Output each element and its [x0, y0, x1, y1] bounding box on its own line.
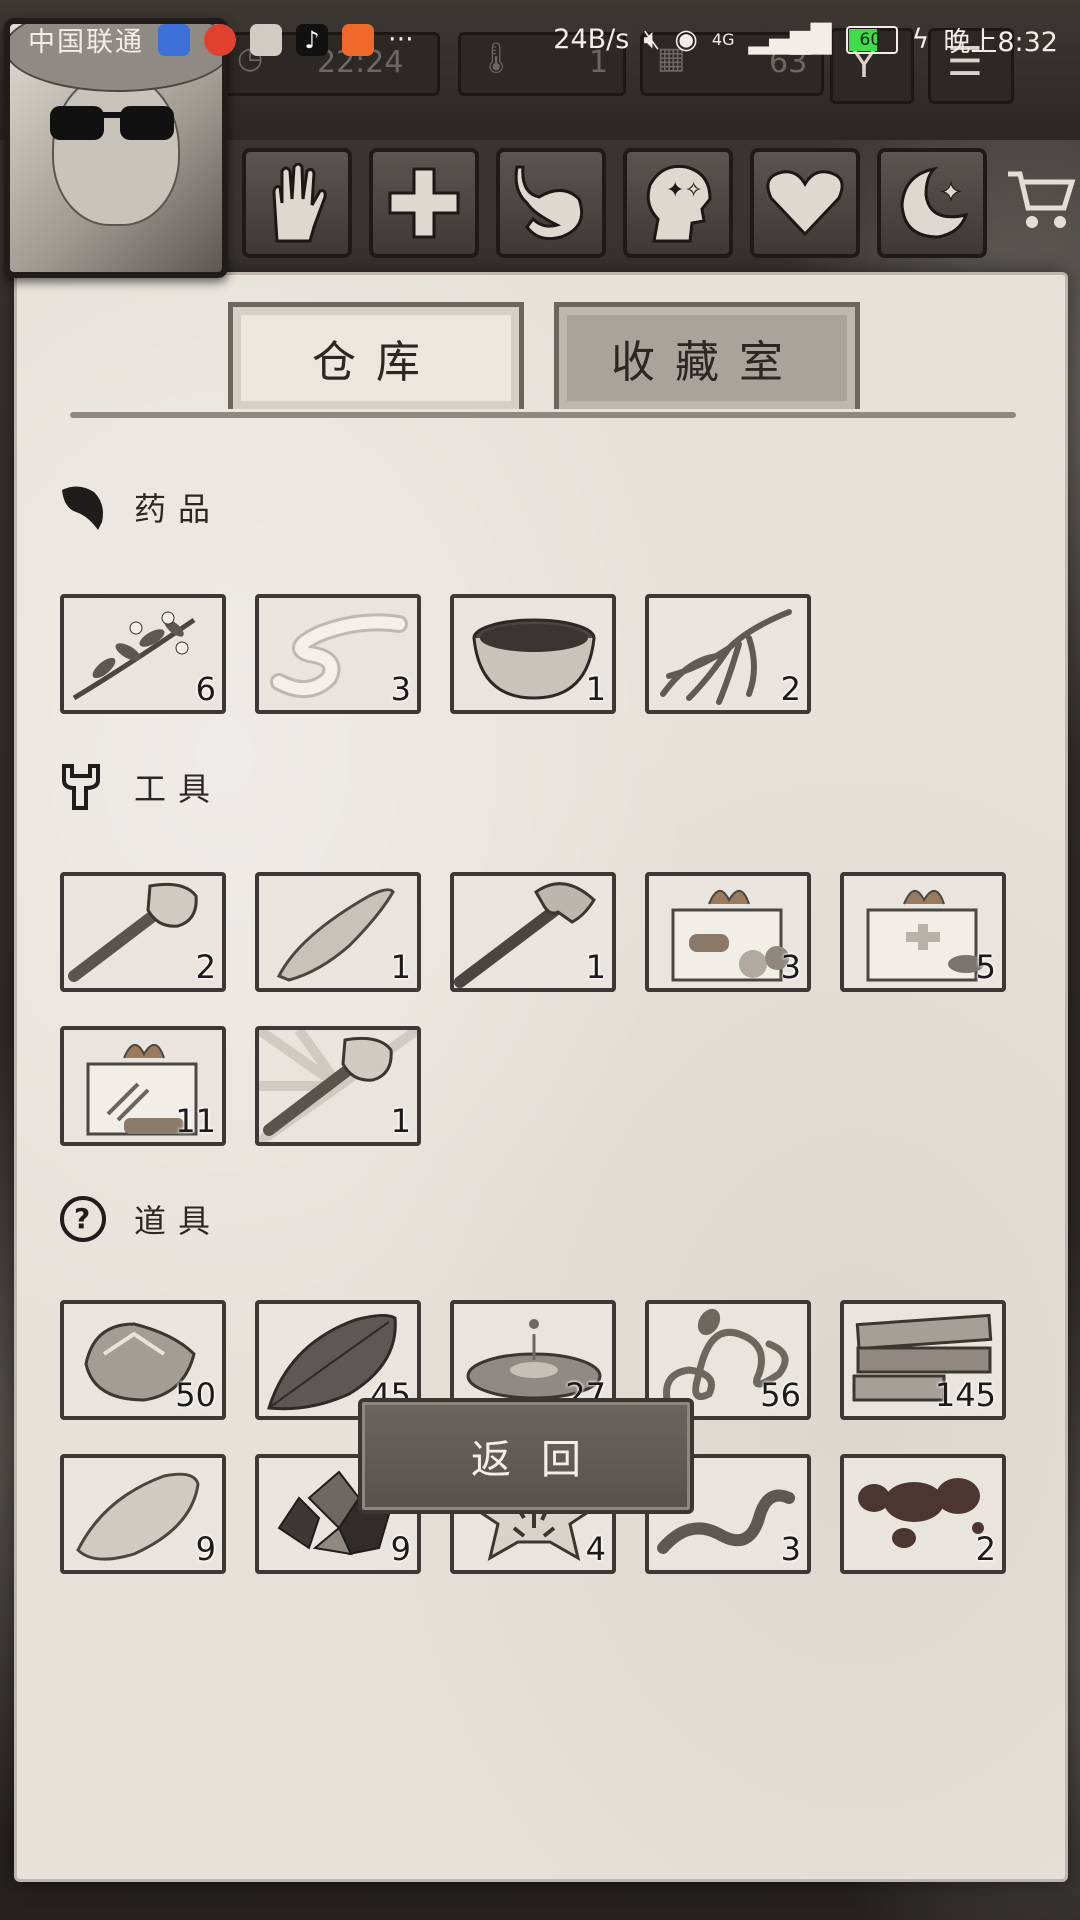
carrier-label: 中国联通: [28, 27, 144, 58]
charging-icon: ϟ: [911, 24, 930, 55]
item-count: 2: [195, 948, 216, 986]
system-status-bar: 中国联通 ♪ ··· 24B/s 🔇︎ ◉ 4G ▂▄▆█ 60 ϟ 晚上8:3…: [0, 0, 1080, 76]
notification-app-icon: [342, 23, 374, 56]
leaf-icon: [62, 486, 103, 530]
tab-warehouse[interactable]: 仓库: [228, 302, 524, 409]
inventory-panel: 仓库 收藏室 药品 6 3 1 2 工具 2 1 1 3 5 11 1 ? 道具…: [14, 272, 1068, 1882]
medical-category-button[interactable]: [369, 148, 479, 258]
item-count: 145: [934, 1376, 996, 1414]
item-count: 9: [390, 1530, 411, 1568]
notification-app-icon: [250, 23, 282, 56]
tab-collection-room[interactable]: 收藏室: [554, 302, 860, 409]
item-slot[interactable]: 1: [255, 872, 421, 992]
item-count: 3: [390, 670, 411, 708]
item-count: 9: [195, 1530, 216, 1568]
section-medicine-title: 药品: [58, 482, 222, 532]
item-slot[interactable]: 5: [840, 872, 1006, 992]
item-count: 1: [390, 1102, 411, 1140]
notification-app-icon: [158, 23, 190, 56]
item-slot[interactable]: 9: [60, 1454, 226, 1574]
hand-icon: [272, 163, 327, 243]
item-count: 11: [175, 1102, 216, 1140]
stomach-category-button[interactable]: [496, 148, 606, 258]
item-slot[interactable]: 3: [255, 594, 421, 714]
svg-text:✦: ✦: [940, 178, 962, 208]
item-count: 3: [780, 948, 801, 986]
notification-app-icon: [204, 23, 236, 56]
item-count: 1: [390, 948, 411, 986]
more-notifications: ···: [388, 24, 414, 55]
svg-text:✦✧: ✦✧: [666, 178, 703, 203]
hand-category-button[interactable]: [242, 148, 352, 258]
moon-icon: ✦: [900, 166, 969, 239]
tiktok-icon: ♪: [296, 23, 328, 56]
item-count: 6: [195, 670, 216, 708]
item-count: 56: [760, 1376, 801, 1414]
section-tools-title: 工具: [58, 762, 222, 812]
head-sparkle-icon: ✦✧: [646, 164, 712, 243]
item-count: 2: [975, 1530, 996, 1568]
signal-icon: ▂▄▆█: [748, 24, 832, 55]
wrench-icon: [62, 764, 100, 810]
item-slot[interactable]: 6: [60, 594, 226, 714]
item-slot[interactable]: 1: [255, 1026, 421, 1146]
sleep-category-button[interactable]: ✦: [877, 148, 987, 258]
return-button[interactable]: 返回: [358, 1398, 694, 1514]
item-count: 5: [975, 948, 996, 986]
item-count: 1: [585, 670, 606, 708]
tab-divider: [70, 412, 1016, 418]
item-slot[interactable]: 50: [60, 1300, 226, 1420]
network-type: 4G: [711, 30, 735, 49]
eye-comfort-icon: ◉: [674, 24, 698, 55]
network-speed: 24B/s: [553, 24, 630, 55]
tools-grid: 2 1 1 3 5 11 1: [60, 872, 1006, 1146]
item-slot[interactable]: 145: [840, 1300, 1006, 1420]
battery-icon: 60: [845, 25, 898, 54]
shopping-cart-icon: [1008, 171, 1076, 228]
item-count: 50: [175, 1376, 216, 1414]
mute-icon: 🔇︎: [643, 23, 661, 55]
item-count: 4: [585, 1530, 606, 1568]
item-slot[interactable]: 2: [60, 872, 226, 992]
item-slot[interactable]: 2: [840, 1454, 1006, 1574]
item-slot[interactable]: 11: [60, 1026, 226, 1146]
plus-icon: [388, 167, 460, 239]
item-slot[interactable]: 2: [645, 594, 811, 714]
item-count: 2: [780, 670, 801, 708]
item-slot[interactable]: 3: [645, 872, 811, 992]
medicine-grid: 6 3 1 2: [60, 594, 1004, 714]
section-props-title: ? 道具: [58, 1194, 222, 1244]
item-slot[interactable]: 1: [450, 872, 616, 992]
item-count: 1: [585, 948, 606, 986]
mind-category-button[interactable]: ✦✧: [623, 148, 733, 258]
category-bar: ✦✧ ✦: [242, 148, 987, 258]
clock-time: 晚上8:32: [943, 27, 1058, 58]
item-count: 3: [780, 1530, 801, 1568]
item-slot[interactable]: 1: [450, 594, 616, 714]
svg-text:?: ?: [74, 1202, 102, 1235]
heart-category-button[interactable]: [750, 148, 860, 258]
shop-cart-button[interactable]: [1006, 168, 1076, 236]
question-mark-icon: ?: [60, 1196, 106, 1242]
stomach-icon: [514, 165, 584, 241]
heart-icon: [766, 170, 844, 237]
